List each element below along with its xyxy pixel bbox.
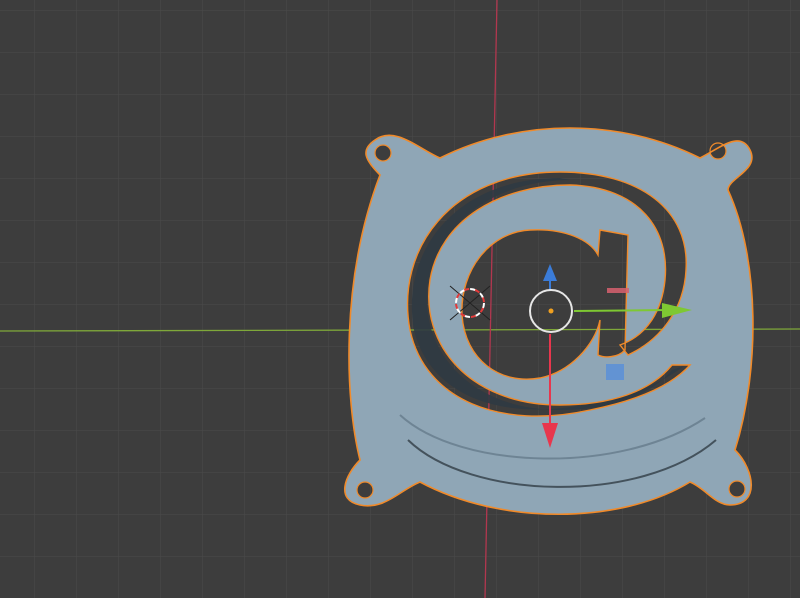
gizmo-xz-plane-handle[interactable] [607, 288, 629, 293]
gizmo-x-axis[interactable] [573, 309, 669, 312]
selected-mesh-object[interactable] [0, 0, 800, 598]
gizmo-xy-plane-handle[interactable] [606, 364, 624, 380]
object-origin-dot [548, 308, 554, 314]
3d-viewport[interactable] [0, 0, 800, 598]
